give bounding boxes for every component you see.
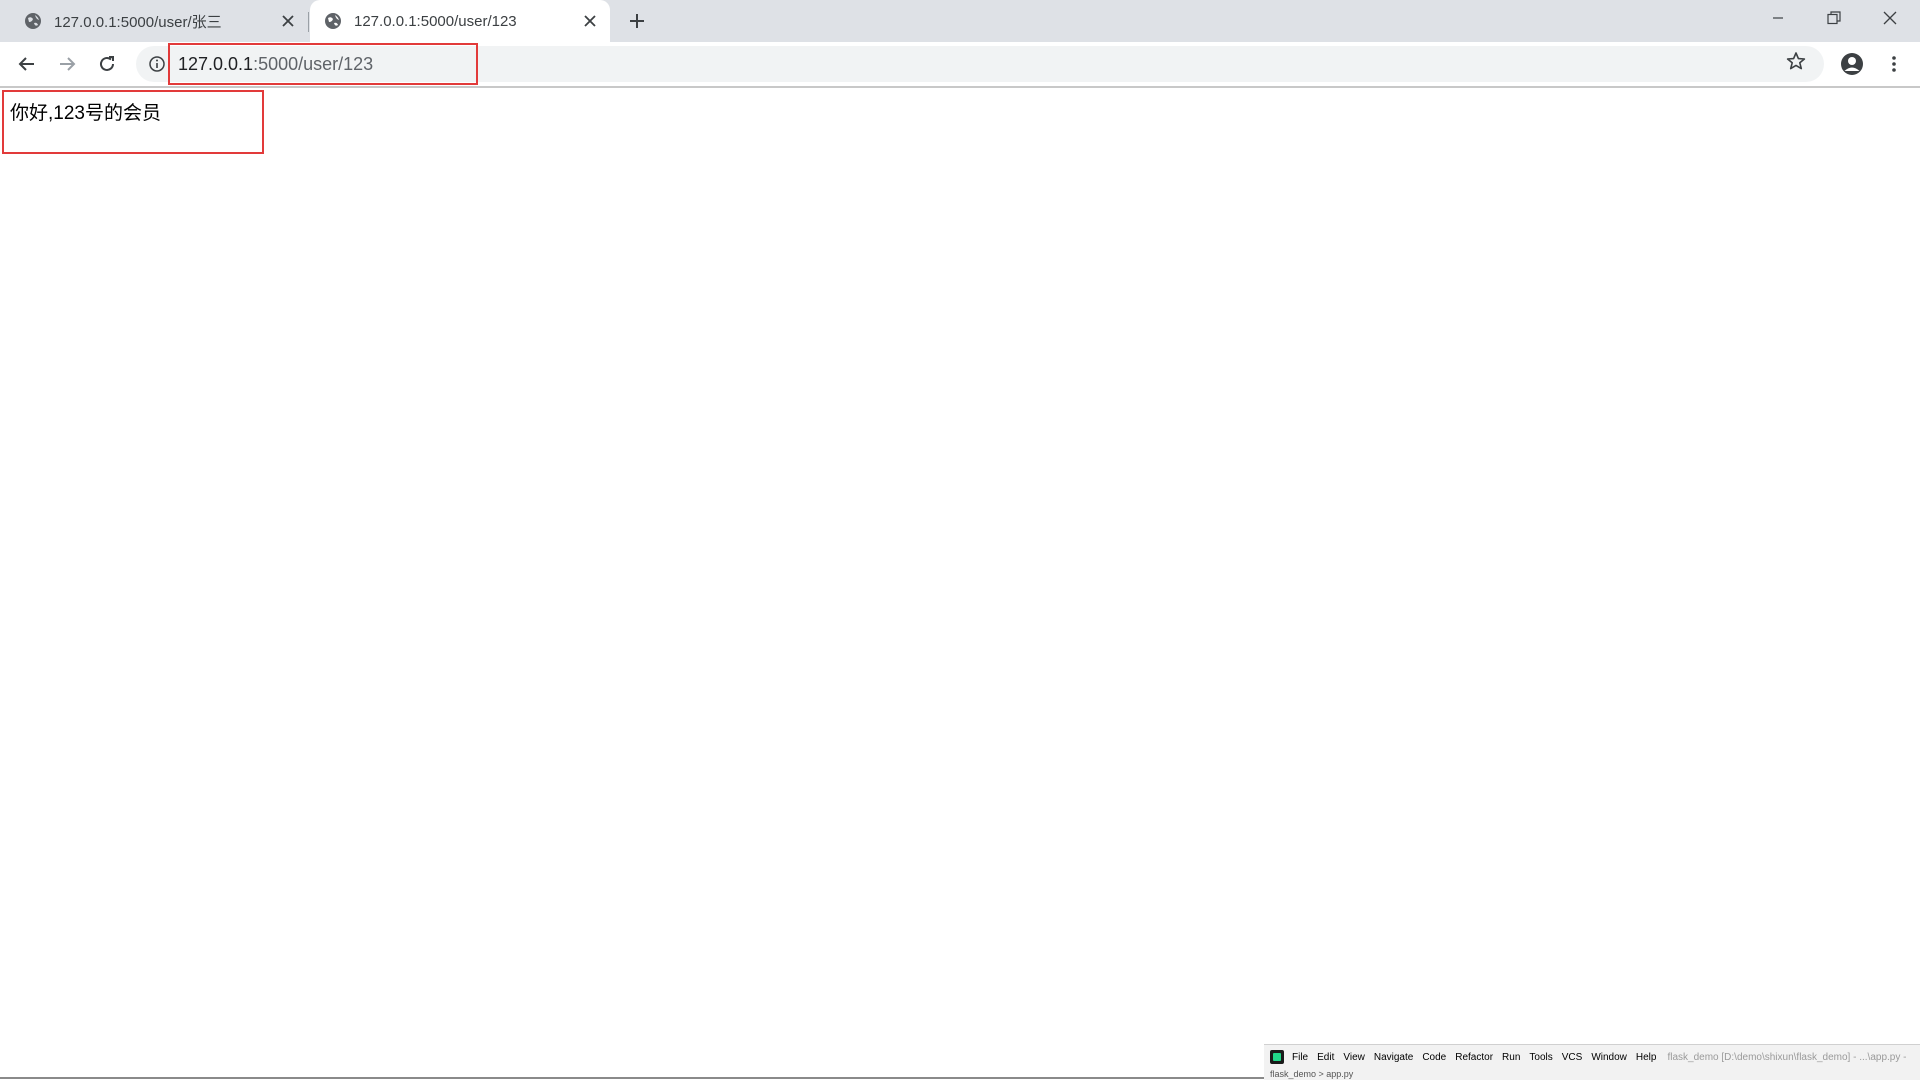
ide-window-peek: File Edit View Navigate Code Refactor Ru… <box>1264 1044 1920 1080</box>
ide-menu-help[interactable]: Help <box>1636 1052 1657 1063</box>
ide-menu-vcs[interactable]: VCS <box>1562 1052 1583 1063</box>
profile-avatar-icon[interactable] <box>1836 48 1868 80</box>
new-tab-button[interactable] <box>622 6 652 36</box>
tab-title: 127.0.0.1:5000/user/张三 <box>54 13 222 31</box>
restore-button[interactable] <box>1806 0 1862 36</box>
ide-menu-navigate[interactable]: Navigate <box>1374 1052 1413 1063</box>
bottom-divider <box>0 1077 1264 1079</box>
toolbar-divider <box>0 86 1920 88</box>
ide-menu-edit[interactable]: Edit <box>1317 1052 1334 1063</box>
close-tab-icon[interactable] <box>274 7 302 35</box>
close-tab-icon[interactable] <box>576 7 604 35</box>
globe-icon <box>324 12 342 30</box>
tab-user-zhangsan[interactable]: 127.0.0.1:5000/user/张三 <box>0 0 308 42</box>
content-highlight-box <box>2 90 264 154</box>
ide-menu-run[interactable]: Run <box>1502 1052 1520 1063</box>
tab-title: 127.0.0.1:5000/user/123 <box>354 12 517 30</box>
browser-window: 127.0.0.1:5000/user/张三 127.0.0.1:5000/us… <box>0 0 1920 1080</box>
back-button[interactable] <box>11 48 43 80</box>
minimize-button[interactable] <box>1750 0 1806 36</box>
ide-menu-view[interactable]: View <box>1343 1052 1365 1063</box>
ide-project-title: flask_demo [D:\demo\shixun\flask_demo] -… <box>1667 1051 1907 1063</box>
ide-menu-window[interactable]: Window <box>1591 1052 1627 1063</box>
ide-menu-code[interactable]: Code <box>1422 1052 1446 1063</box>
tab-strip: 127.0.0.1:5000/user/张三 127.0.0.1:5000/us… <box>0 0 1920 42</box>
kebab-menu-icon[interactable] <box>1880 48 1908 80</box>
tab-user-123[interactable]: 127.0.0.1:5000/user/123 <box>310 0 610 42</box>
ide-menu-refactor[interactable]: Refactor <box>1455 1052 1493 1063</box>
globe-icon <box>24 12 42 30</box>
ide-menu-tools[interactable]: Tools <box>1529 1052 1552 1063</box>
info-icon[interactable] <box>148 55 166 73</box>
reload-button[interactable] <box>91 48 123 80</box>
bookmark-star-icon[interactable] <box>1786 51 1806 71</box>
close-window-button[interactable] <box>1862 0 1918 36</box>
pycharm-logo-icon <box>1270 1050 1284 1064</box>
forward-button[interactable] <box>51 48 83 80</box>
url-highlight-box <box>168 43 478 85</box>
ide-breadcrumb: flask_demo > app.py <box>1270 1069 1354 1079</box>
ide-menu-file[interactable]: File <box>1292 1052 1308 1063</box>
ide-menubar: File Edit View Navigate Code Refactor Ru… <box>1264 1047 1906 1067</box>
tab-divider <box>308 12 309 32</box>
